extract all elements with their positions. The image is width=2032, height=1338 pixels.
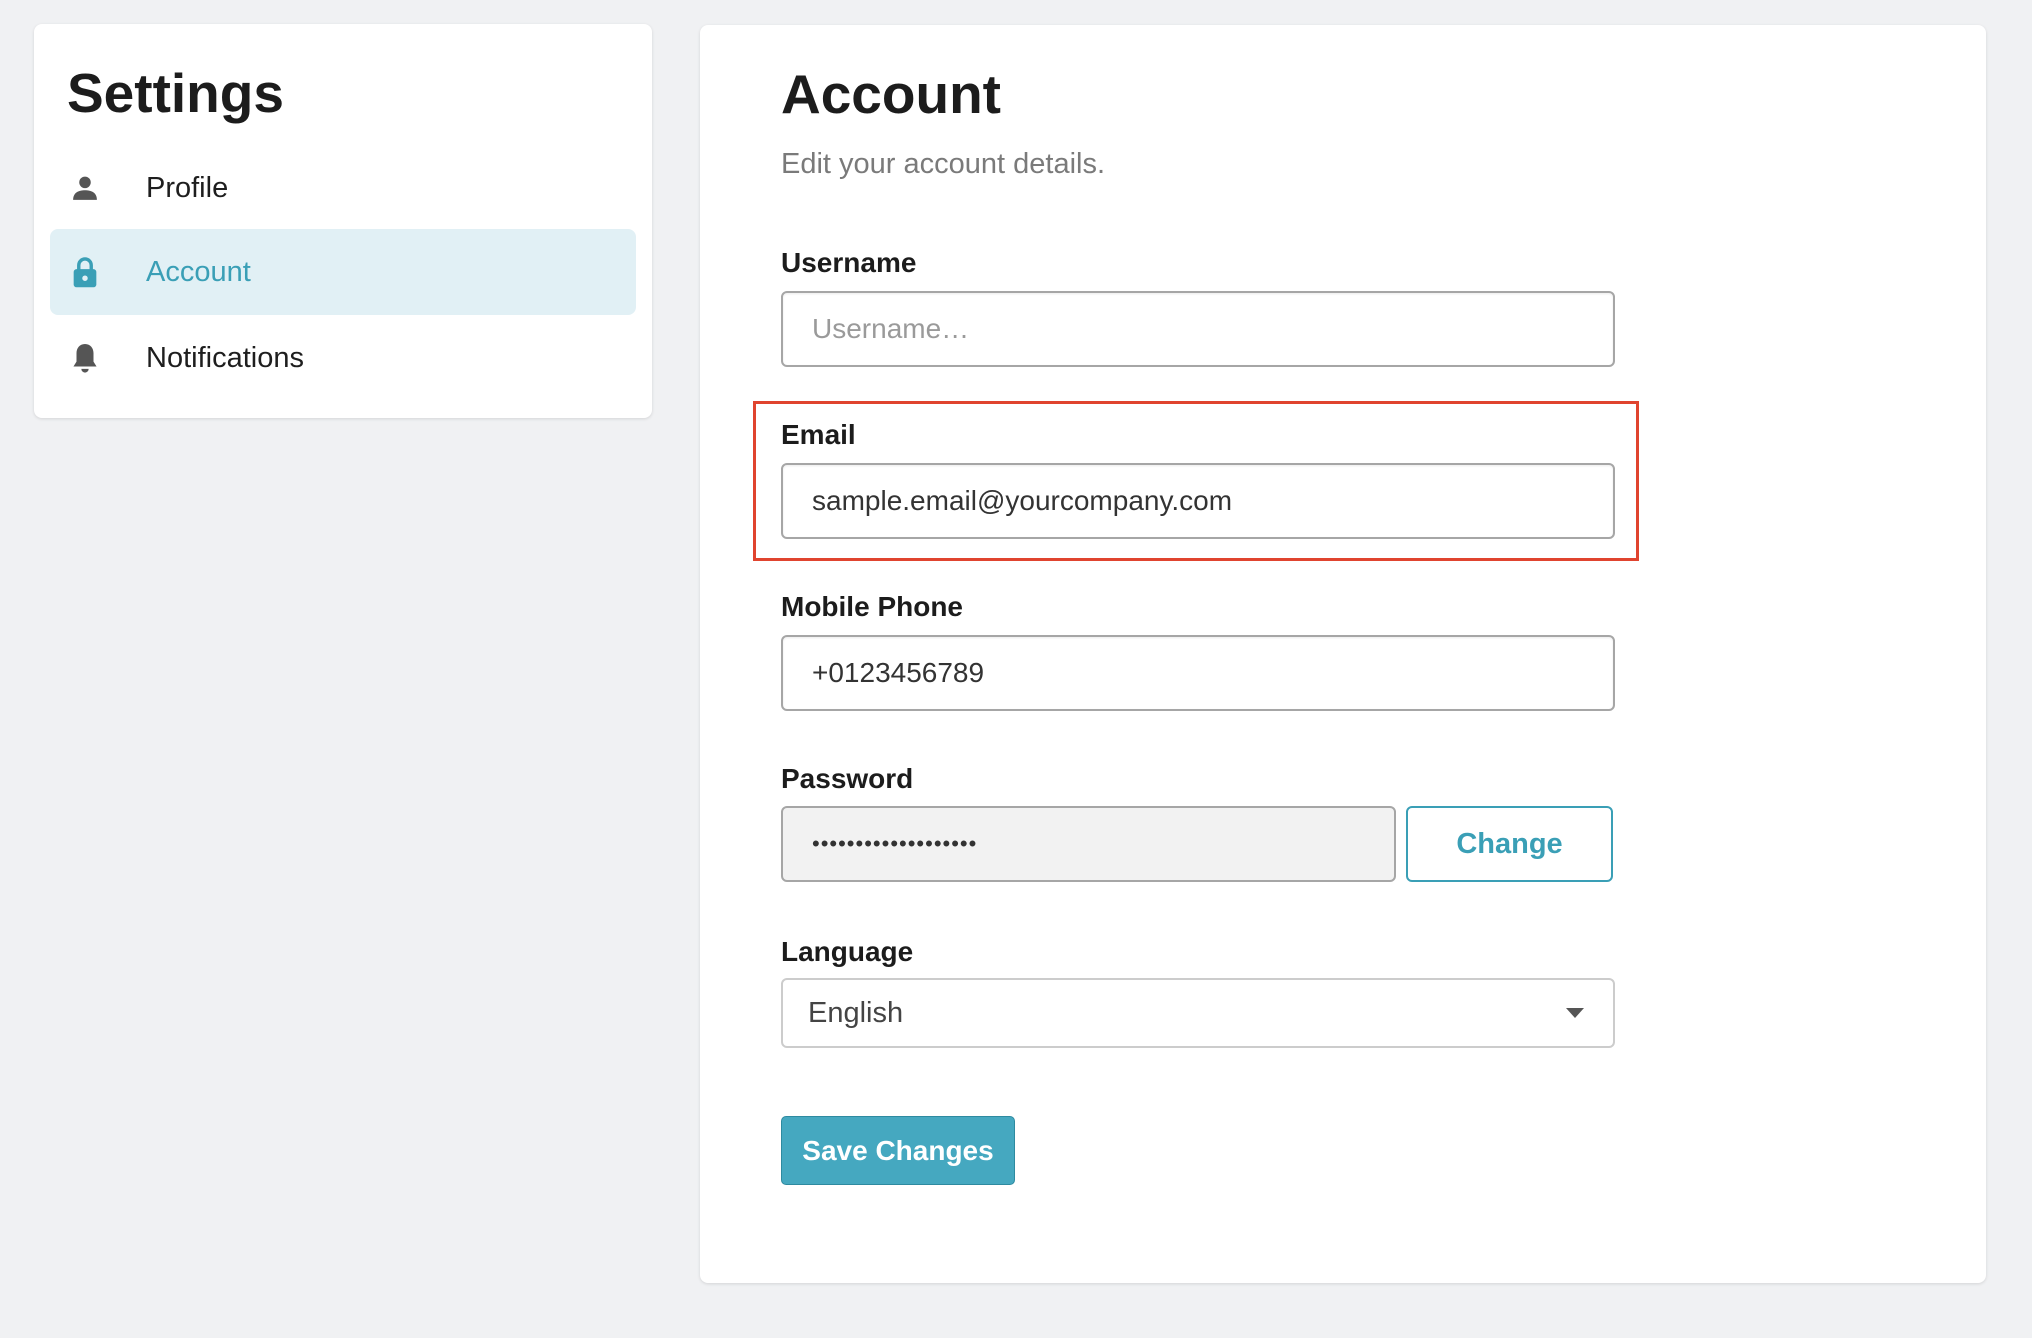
sidebar-title: Settings [67,62,284,124]
language-select[interactable]: English [781,978,1615,1048]
sidebar-item-label: Account [146,255,251,288]
sidebar-item-account[interactable]: Account [50,229,636,315]
person-icon [68,171,102,205]
sidebar-item-notifications[interactable]: Notifications [50,315,636,401]
username-input[interactable] [781,291,1615,367]
email-label: Email [781,419,856,450]
account-panel: Account Edit your account details. Usern… [700,25,1986,1283]
mobile-phone-label: Mobile Phone [781,591,963,622]
sidebar-item-profile[interactable]: Profile [50,145,636,231]
username-label: Username [781,247,917,278]
language-selected-value: English [808,996,904,1029]
save-changes-button[interactable]: Save Changes [781,1116,1015,1185]
change-password-button[interactable]: Change [1406,806,1613,882]
sidebar-item-label: Notifications [146,341,304,374]
lock-icon [68,255,102,289]
password-field: ••••••••••••••••••• [781,806,1396,882]
email-input[interactable] [781,463,1615,539]
password-label: Password [781,763,914,794]
chevron-down-icon [1566,1008,1584,1018]
language-label: Language [781,936,914,967]
mobile-phone-input[interactable] [781,635,1615,711]
settings-sidebar: Settings Profile Account Notifications [34,24,652,418]
bell-icon [68,341,102,375]
sidebar-item-label: Profile [146,171,229,204]
page-title: Account [781,63,1001,125]
page-subtitle: Edit your account details. [781,148,1106,180]
